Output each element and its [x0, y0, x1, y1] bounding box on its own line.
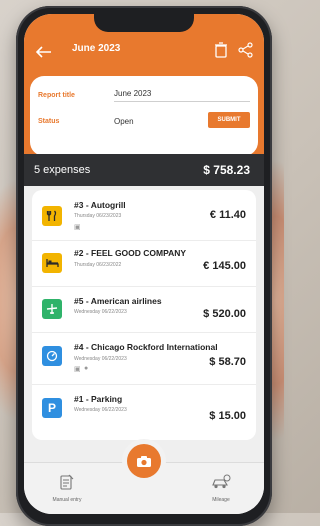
status-value: Open — [114, 117, 134, 126]
mileage-label: Mileage — [212, 497, 230, 503]
expense-date: Thursday 06/23/2023 — [74, 213, 122, 219]
expense-date: Wednesday 06/22/2023 — [74, 407, 127, 413]
manual-entry-icon — [60, 474, 74, 490]
back-arrow-icon[interactable] — [34, 42, 54, 62]
expense-title: #2 - FEEL GOOD COMPANY — [74, 248, 187, 258]
camera-icon — [137, 455, 151, 467]
fork-knife-icon — [42, 206, 62, 226]
expense-title: #4 - Chicago Rockford International — [74, 342, 218, 352]
expense-amount: $ 58.70 — [209, 356, 246, 368]
top-bar: June 2023 — [24, 32, 264, 72]
expense-title: #3 - Autogrill — [74, 200, 126, 210]
expense-row[interactable]: #4 - Chicago Rockford International Wedn… — [32, 332, 256, 385]
trash-icon[interactable] — [214, 42, 232, 62]
expense-row[interactable]: #3 - Autogrill Thursday 06/23/2023 ▣ € 1… — [32, 190, 256, 241]
report-title-label: Report title — [38, 92, 75, 99]
parking-icon: P — [42, 398, 62, 418]
expense-amount: $ 520.00 — [203, 308, 246, 320]
expense-row[interactable]: P #1 - Parking Wednesday 06/22/2023 $ 15… — [32, 384, 256, 434]
app-screen: June 2023 Report title June 2023 Status … — [24, 14, 264, 514]
camera-button[interactable] — [127, 444, 161, 478]
mileage-button[interactable]: Mileage — [196, 474, 246, 510]
report-card: Report title June 2023 Status Open SUBMI… — [30, 76, 258, 156]
share-icon[interactable] — [238, 42, 256, 62]
gauge-icon — [42, 346, 62, 366]
phone-frame: June 2023 Report title June 2023 Status … — [16, 6, 272, 526]
manual-entry-button[interactable]: Manual entry — [42, 474, 92, 510]
expense-title: #1 - Parking — [74, 394, 123, 404]
expense-row[interactable]: #2 - FEEL GOOD COMPANY Thursday 06/23/20… — [32, 240, 256, 287]
expense-count: 5 expenses — [34, 164, 91, 176]
expense-date: Wednesday 06/22/2023 — [74, 356, 127, 362]
expense-row[interactable]: #5 - American airlines Wednesday 06/22/2… — [32, 286, 256, 333]
phone-notch — [94, 14, 194, 32]
expense-title: #5 - American airlines — [74, 296, 162, 306]
bed-icon — [42, 253, 62, 273]
status-label: Status — [38, 118, 60, 125]
expense-date: Thursday 06/23/2022 — [74, 262, 122, 268]
expense-list: #3 - Autogrill Thursday 06/23/2023 ▣ € 1… — [32, 190, 256, 440]
expense-summary-bar: 5 expenses $ 758.23 — [24, 154, 264, 186]
expense-date: Wednesday 06/22/2023 — [74, 309, 127, 315]
plane-icon — [42, 299, 62, 319]
mileage-car-icon — [212, 474, 231, 489]
expense-amount: € 145.00 — [203, 260, 246, 272]
expense-amount: $ 15.00 — [209, 410, 246, 422]
page-title: June 2023 — [72, 43, 121, 54]
receipt-icon: ▣ — [74, 224, 81, 231]
expense-amount: € 11.40 — [209, 209, 246, 221]
expense-total: $ 758.23 — [203, 163, 250, 177]
submit-button[interactable]: SUBMIT — [208, 112, 250, 128]
manual-entry-label: Manual entry — [52, 497, 82, 503]
comment-icon: ● — [84, 365, 89, 372]
report-title-input[interactable]: June 2023 — [114, 89, 250, 102]
receipt-icon: ▣ — [74, 366, 81, 373]
